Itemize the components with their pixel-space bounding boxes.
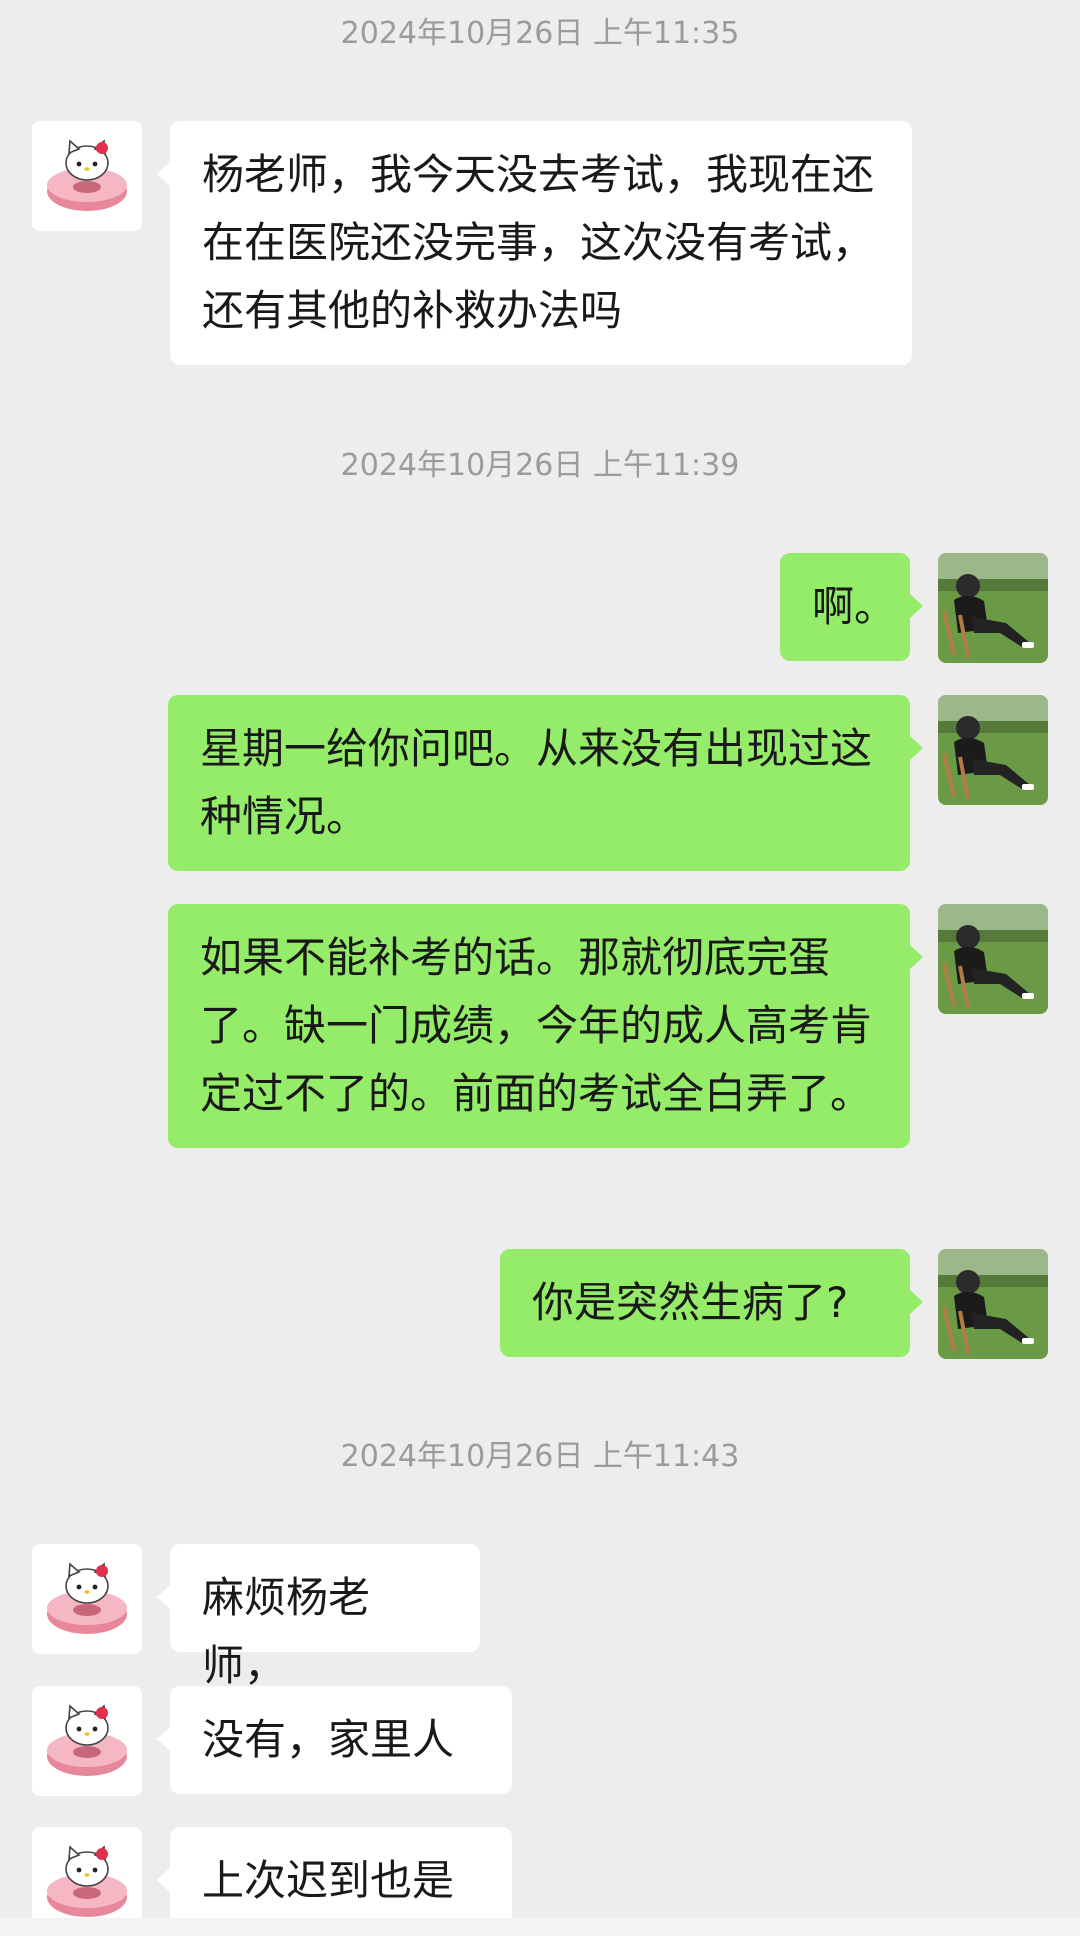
timestamp: 2024年10月26日 上午11:39: [340, 448, 740, 483]
bottom-divider: [0, 1918, 1080, 1936]
message-bubble-incoming[interactable]: 麻烦杨老师，: [157, 1544, 480, 1690]
self-avatar-icon[interactable]: [938, 904, 1048, 1014]
self-avatar-icon[interactable]: [938, 553, 1048, 663]
message-bubble-outgoing[interactable]: 啊。: [780, 553, 923, 661]
message-bubble-outgoing[interactable]: 星期一给你问吧。从来没有出现过这种情况。: [168, 695, 923, 871]
message-bubble-incoming[interactable]: 没有，家里人: [157, 1686, 512, 1794]
contact-avatar-icon[interactable]: [32, 1686, 142, 1796]
message-bubble-incoming[interactable]: 杨老师，我今天没去考试，我现在还在在医院还没完事，这次没有考试，还有其他的补救办…: [157, 121, 912, 365]
self-avatar-icon[interactable]: [938, 695, 1048, 805]
contact-avatar-icon[interactable]: [32, 121, 142, 231]
message-bubble-outgoing[interactable]: 如果不能补考的话。那就彻底完蛋了。缺一门成绩，今年的成人高考肯定过不了的。前面的…: [168, 904, 923, 1148]
self-avatar-icon[interactable]: [938, 1249, 1048, 1359]
message-bubble-outgoing[interactable]: 你是突然生病了?: [500, 1249, 923, 1357]
contact-avatar-icon[interactable]: [32, 1544, 142, 1654]
timestamp: 2024年10月26日 上午11:35: [340, 16, 740, 51]
timestamp: 2024年10月26日 上午11:43: [340, 1439, 740, 1474]
chat-area[interactable]: 2024年10月26日 上午11:35 杨老师，我今天没去考试，我现在还在在医院…: [0, 0, 1080, 1936]
